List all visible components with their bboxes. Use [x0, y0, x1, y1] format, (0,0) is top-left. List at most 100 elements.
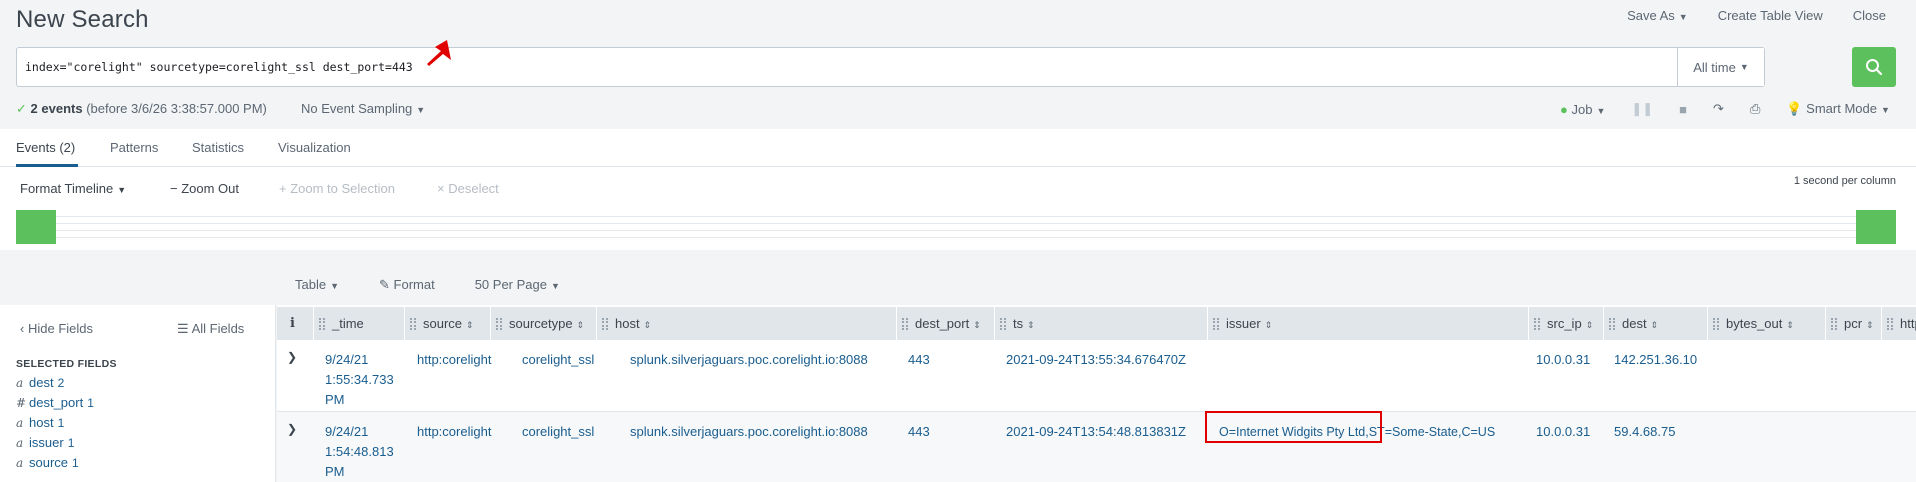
column-header-source[interactable]: source ⇕ — [404, 307, 490, 340]
column-header-bytes-out[interactable]: bytes_out ⇕ — [1707, 307, 1825, 340]
column-header-time[interactable]: _time — [313, 307, 383, 340]
cell-dest-port[interactable]: 443 — [908, 422, 930, 442]
tab-events[interactable]: Events (2) — [16, 140, 75, 155]
per-page-menu[interactable]: 50 Per Page ▼ — [475, 277, 560, 293]
pause-icon[interactable]: ❚❚ — [1631, 101, 1653, 117]
all-fields-button[interactable]: ☰ All Fields — [177, 321, 244, 337]
column-header-http[interactable]: http_ — [1881, 307, 1916, 340]
mode-menu[interactable]: 💡 Smart Mode ▼ — [1786, 101, 1890, 117]
tab-statistics[interactable]: Statistics — [192, 140, 244, 155]
time-range-picker[interactable]: All time ▼ — [1677, 48, 1764, 86]
search-input[interactable]: index="corelight" sourcetype=corelight_s… — [25, 60, 413, 74]
cell-source[interactable]: http:corelight — [417, 350, 491, 370]
cell-host[interactable]: splunk.silverjaguars.poc.corelight.io:80… — [630, 422, 868, 442]
column-header-issuer[interactable]: issuer ⇕ — [1207, 307, 1513, 340]
format-timeline-menu[interactable]: Format Timeline ▼ — [20, 181, 126, 196]
drag-handle-icon[interactable] — [1609, 318, 1615, 330]
zoom-out-button[interactable]: − Zoom Out — [170, 181, 239, 196]
drag-handle-icon[interactable] — [602, 318, 608, 330]
column-header-sourcetype[interactable]: sourcetype ⇕ — [490, 307, 596, 340]
expand-row-icon[interactable]: ❯ — [287, 422, 297, 436]
field-item-dest[interactable]: a dest 2 — [16, 373, 94, 393]
sort-icon[interactable]: ⇕ — [644, 320, 652, 330]
column-label: source — [423, 316, 463, 331]
column-header-src-ip[interactable]: src_ip ⇕ — [1528, 307, 1603, 340]
sort-icon[interactable]: ⇕ — [1651, 320, 1659, 330]
field-item-dest-port[interactable]: # dest_port 1 — [16, 393, 94, 413]
drag-handle-icon[interactable] — [410, 318, 416, 330]
event-before: (before 3/6/26 3:38:57.000 PM) — [86, 101, 267, 116]
column-label: host — [615, 316, 640, 331]
cell-ts[interactable]: 2021-09-24T13:55:34.676470Z — [1006, 350, 1186, 370]
stop-icon[interactable]: ■ — [1679, 102, 1687, 117]
deselect-button[interactable]: × Deselect — [437, 181, 499, 196]
cell-sourcetype[interactable]: corelight_ssl — [522, 422, 594, 442]
close-link[interactable]: Close — [1853, 8, 1886, 23]
create-table-view-link[interactable]: Create Table View — [1718, 8, 1823, 23]
column-header-dest-port[interactable]: dest_port ⇕ — [896, 307, 994, 340]
cell-src-ip[interactable]: 10.0.0.31 — [1536, 422, 1590, 442]
field-type: a — [16, 456, 24, 470]
table-toolbar: Table ▼ ✎ Format 50 Per Page ▼ — [295, 277, 560, 293]
sort-icon[interactable]: ⇕ — [1586, 320, 1594, 330]
field-count: 1 — [87, 396, 94, 410]
sort-icon[interactable]: ⇕ — [577, 320, 585, 330]
timeline-chart[interactable] — [16, 210, 1896, 244]
hide-fields-button[interactable]: ‹ Hide Fields — [20, 321, 93, 336]
cell-sourcetype[interactable]: corelight_ssl — [522, 350, 594, 370]
cell-dest[interactable]: 142.251.36.10 — [1614, 350, 1697, 370]
timeline-bar[interactable] — [16, 210, 56, 244]
expand-row-icon[interactable]: ❯ — [287, 350, 297, 364]
timeline-scale: 1 second per column — [1793, 175, 1896, 187]
column-header-dest[interactable]: dest ⇕ — [1603, 307, 1707, 340]
drag-handle-icon[interactable] — [1831, 318, 1837, 330]
save-as-menu[interactable]: Save As ▼ — [1627, 8, 1688, 23]
selected-fields-header: SELECTED FIELDS — [16, 358, 117, 370]
share-icon[interactable]: ↷ — [1713, 101, 1724, 117]
search-bar[interactable]: index="corelight" sourcetype=corelight_s… — [16, 47, 1765, 87]
field-item-issuer[interactable]: a issuer 1 — [16, 433, 94, 453]
sampling-menu[interactable]: No Event Sampling ▼ — [301, 101, 425, 116]
drag-handle-icon[interactable] — [319, 318, 325, 330]
drag-handle-icon[interactable] — [902, 318, 908, 330]
field-count: 1 — [67, 436, 75, 450]
sort-icon[interactable]: ⇕ — [1265, 320, 1273, 330]
table-view-menu[interactable]: Table ▼ — [295, 277, 339, 293]
job-menu[interactable]: ● Job ▼ — [1560, 102, 1605, 117]
sort-icon[interactable]: ⇕ — [973, 320, 981, 330]
sort-icon[interactable]: ⇕ — [1027, 320, 1035, 330]
tab-patterns[interactable]: Patterns — [110, 140, 158, 155]
search-icon — [1866, 59, 1883, 76]
search-button[interactable] — [1852, 47, 1896, 87]
cell-ts[interactable]: 2021-09-24T13:54:48.813831Z — [1006, 422, 1186, 442]
cell-time[interactable]: 9/24/21 1:55:34.733 PM — [325, 350, 405, 410]
field-item-host[interactable]: a host 1 — [16, 413, 94, 433]
sort-icon[interactable]: ⇕ — [1786, 320, 1794, 330]
cell-host[interactable]: splunk.silverjaguars.poc.corelight.io:80… — [630, 350, 868, 370]
tab-visualization[interactable]: Visualization — [278, 140, 351, 155]
drag-handle-icon[interactable] — [1213, 318, 1219, 330]
cell-time[interactable]: 9/24/21 1:54:48.813 PM — [325, 422, 405, 482]
cell-dest[interactable]: 59.4.68.75 — [1614, 422, 1675, 442]
column-header-ts[interactable]: ts ⇕ — [994, 307, 1202, 340]
column-label: src_ip — [1547, 316, 1582, 331]
sort-icon[interactable]: ⇕ — [466, 320, 474, 330]
drag-handle-icon[interactable] — [496, 318, 502, 330]
sort-icon[interactable]: ⇕ — [1866, 320, 1874, 330]
cell-source[interactable]: http:corelight — [417, 422, 491, 442]
column-header-pcr[interactable]: pcr ⇕ — [1825, 307, 1881, 340]
annotation-highlight-box — [1205, 411, 1382, 443]
drag-handle-icon[interactable] — [1000, 318, 1006, 330]
field-type: # — [16, 396, 27, 410]
zoom-selection-button[interactable]: + Zoom to Selection — [279, 181, 395, 196]
cell-dest-port[interactable]: 443 — [908, 350, 930, 370]
field-item-source[interactable]: a source 1 — [16, 453, 94, 473]
drag-handle-icon[interactable] — [1713, 318, 1719, 330]
drag-handle-icon[interactable] — [1534, 318, 1540, 330]
print-icon[interactable]: ⎙ — [1750, 101, 1760, 117]
cell-src-ip[interactable]: 10.0.0.31 — [1536, 350, 1590, 370]
timeline-bar[interactable] — [1856, 210, 1896, 244]
format-button[interactable]: ✎ Format — [379, 277, 435, 293]
column-header-host[interactable]: host ⇕ — [596, 307, 873, 340]
drag-handle-icon[interactable] — [1887, 318, 1893, 330]
